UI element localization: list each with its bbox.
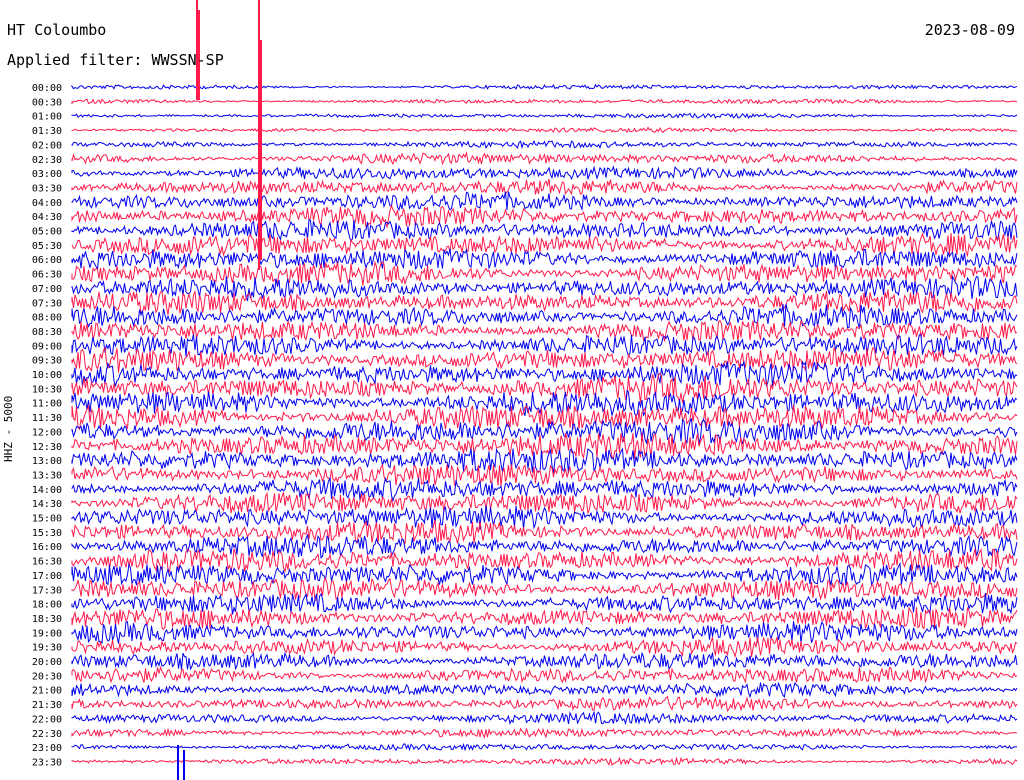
row-time-label: 01:30 (32, 126, 62, 137)
row-time-label: 18:30 (32, 614, 62, 625)
row-time-label: 22:30 (32, 729, 62, 740)
trace-row (71, 727, 1018, 739)
trace-row (71, 204, 1018, 229)
row-time-label: 13:30 (32, 470, 62, 481)
row-time-label: 15:00 (32, 514, 62, 525)
row-time-label: 18:00 (32, 600, 62, 611)
trace-row (71, 519, 1018, 545)
station-title: HT Coloumbo (7, 21, 107, 39)
record-date: 2023-08-09 (924, 21, 1015, 39)
row-time-label: 11:00 (32, 399, 62, 410)
trace-row (71, 620, 1018, 644)
trace-row (71, 126, 1018, 134)
row-time-label: 08:30 (32, 327, 62, 338)
trace-row (71, 742, 1018, 752)
row-time-label: 00:00 (32, 83, 62, 94)
row-time-label: 12:30 (32, 442, 62, 453)
row-time-label: 01:00 (32, 112, 62, 123)
row-time-label: 05:30 (32, 241, 62, 252)
row-time-label: 10:00 (32, 370, 62, 381)
trace-row (71, 447, 1018, 474)
row-time-label: 20:00 (32, 657, 62, 668)
row-time-label: 06:30 (32, 270, 62, 281)
time-tick-labels: 00:00 00:30 01:00 01:30 02:00 02:30 03:00 03:30… (32, 83, 62, 768)
row-time-label: 13:00 (32, 456, 62, 467)
trace-row (71, 98, 1018, 105)
row-time-label: 06:00 (32, 255, 62, 266)
row-time-label: 14:30 (32, 499, 62, 510)
row-time-label: 15:30 (32, 528, 62, 539)
row-time-label: 19:30 (32, 643, 62, 654)
trace-row (71, 576, 1018, 601)
row-time-label: 09:30 (32, 356, 62, 367)
row-time-label: 00:30 (32, 97, 62, 108)
applied-filter: Applied filter: WWSSN-SP (7, 51, 224, 69)
row-time-label: 09:00 (32, 341, 62, 352)
row-time-label: 07:30 (32, 298, 62, 309)
row-time-label: 19:00 (32, 628, 62, 639)
trace-row (71, 389, 1018, 418)
row-time-label: 17:30 (32, 585, 62, 596)
row-time-label: 16:00 (32, 542, 62, 553)
trace-row (71, 476, 1018, 503)
trace-row (71, 191, 1018, 212)
trace-row (71, 165, 1018, 181)
row-time-label: 03:00 (32, 169, 62, 180)
trace-row (71, 418, 1018, 445)
row-time-label: 05:00 (32, 227, 62, 238)
row-time-label: 23:00 (32, 743, 62, 754)
row-time-label: 07:00 (32, 284, 62, 295)
row-time-label: 04:00 (32, 198, 62, 209)
row-time-label: 14:00 (32, 485, 62, 496)
trace-row (71, 432, 1018, 460)
trace-row (71, 360, 1018, 388)
trace-row (71, 636, 1018, 659)
trace-row (71, 561, 1018, 586)
row-time-label: 11:30 (32, 413, 62, 424)
trace-row (71, 710, 1018, 726)
row-time-label: 22:00 (32, 714, 62, 725)
trace-row (71, 463, 1018, 487)
trace-row (71, 651, 1018, 671)
row-time-label: 21:30 (32, 700, 62, 711)
row-time-label: 04:30 (32, 212, 62, 223)
row-time-label: 21:00 (32, 686, 62, 697)
trace-row (71, 232, 1018, 258)
helicorder-plot: 00:00 00:30 01:00 01:30 02:00 02:30 03:00 03:30… (32, 0, 1018, 780)
row-time-label: 12:00 (32, 427, 62, 438)
row-time-label: 23:30 (32, 757, 62, 768)
trace-row (71, 695, 1018, 713)
trace-row (71, 319, 1018, 342)
trace-row (71, 681, 1018, 699)
row-time-label: 10:30 (32, 384, 62, 395)
trace-row (71, 112, 1018, 120)
trace-row (71, 178, 1018, 196)
trace-row (71, 151, 1018, 166)
row-time-label: 20:30 (32, 671, 62, 682)
row-time-label: 08:00 (32, 313, 62, 324)
row-time-label: 02:00 (32, 140, 62, 151)
channel-label: HHZ - 5000 (2, 395, 15, 462)
row-time-label: 17:00 (32, 571, 62, 582)
trace-row (71, 83, 1018, 91)
trace-row (71, 756, 1018, 767)
row-time-label: 03:30 (32, 183, 62, 194)
trace-row (71, 248, 1018, 270)
seismic-traces (71, 0, 1018, 780)
trace-row (71, 505, 1018, 530)
trace-row (71, 218, 1018, 243)
row-time-label: 02:30 (32, 155, 62, 166)
trace-row (71, 139, 1018, 150)
row-time-label: 16:30 (32, 557, 62, 568)
trace-row (71, 665, 1018, 684)
